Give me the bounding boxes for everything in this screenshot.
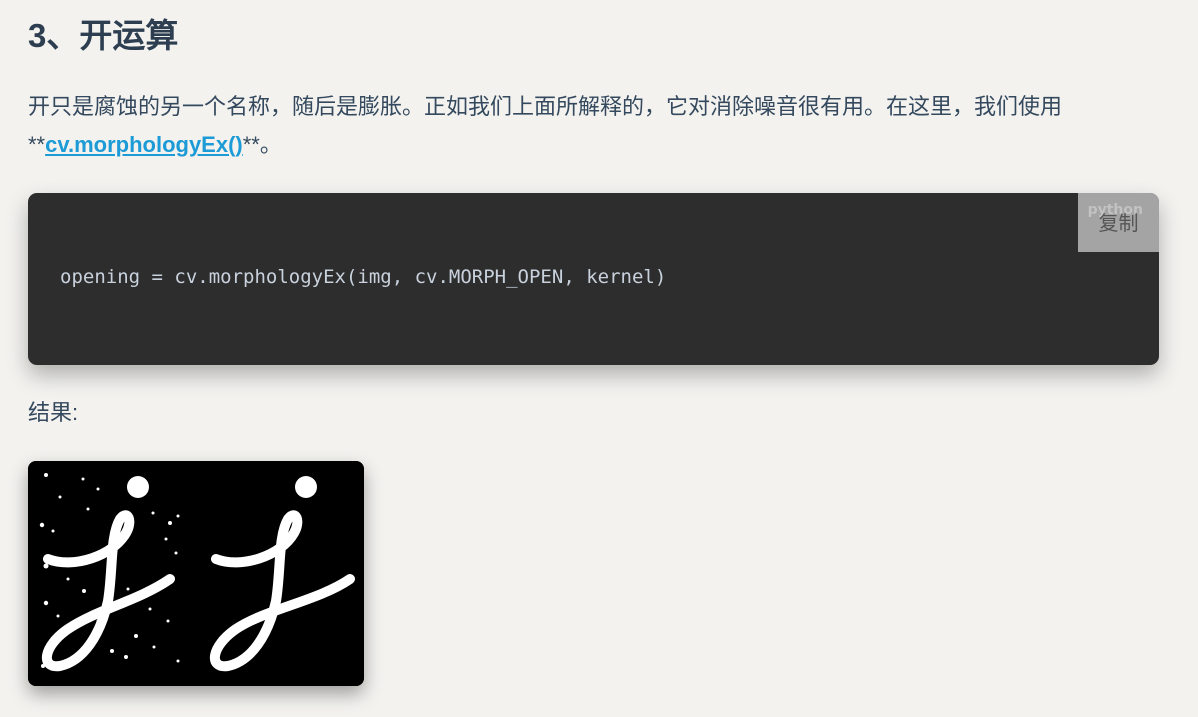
- code-line: opening = cv.morphologyEx(img, cv.MORPH_…: [60, 266, 667, 288]
- code-block: python 复制 opening = cv.morphologyEx(img,…: [28, 193, 1159, 365]
- section-heading: 3、开运算: [28, 17, 179, 54]
- copy-button[interactable]: 复制: [1078, 193, 1159, 252]
- opening-result-image: [28, 461, 364, 686]
- result-image-graphic: [28, 461, 364, 686]
- description-paragraph: 开只是腐蚀的另一个名称，随后是膨胀。正如我们上面所解释的，它对消除噪音很有用。在…: [28, 88, 1168, 164]
- paragraph-text: 开只是腐蚀的另一个名称，随后是膨胀。正如我们上面所解释的，它对消除噪音很有用。在…: [28, 94, 1063, 119]
- morphologyex-link[interactable]: cv.morphologyEx(): [45, 132, 243, 157]
- bold-marker-close: **。: [242, 132, 282, 157]
- bold-marker-open: **: [28, 132, 46, 157]
- result-label: 结果:: [28, 400, 79, 425]
